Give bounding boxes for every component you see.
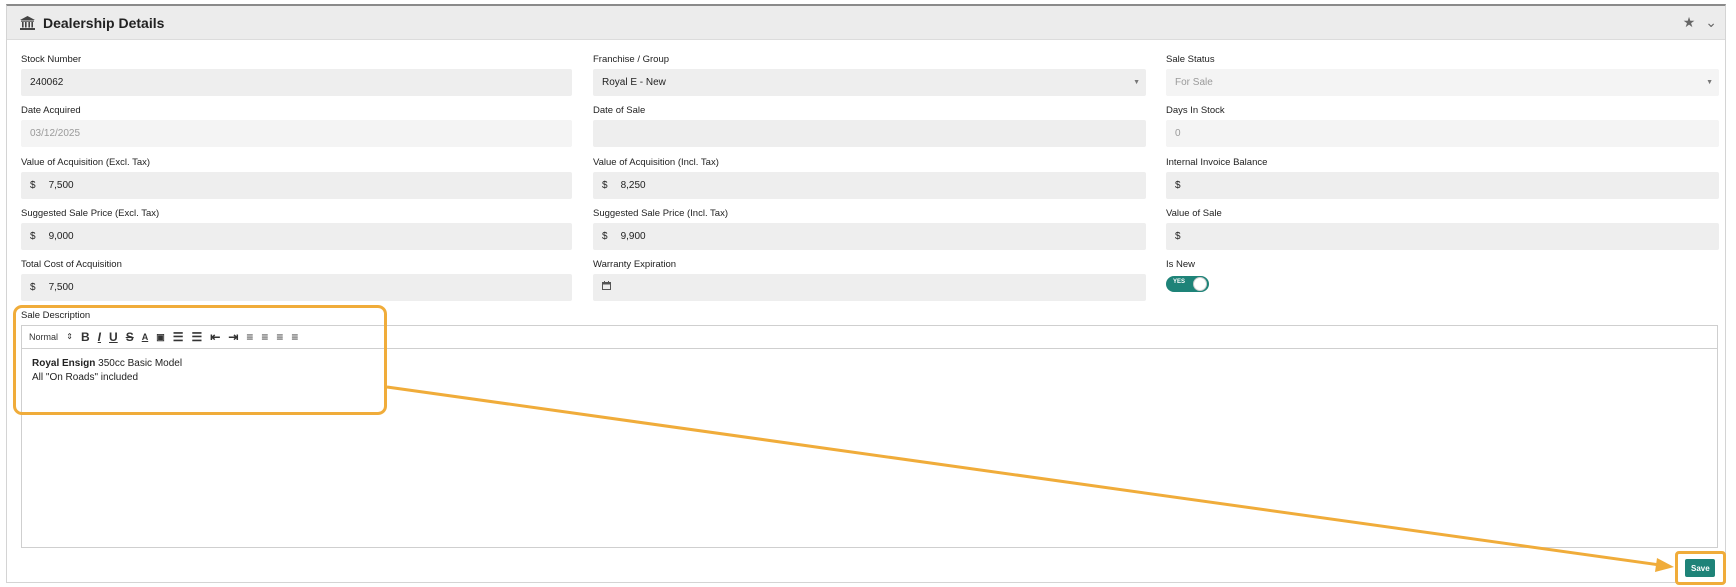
annotation-arrow [386,385,1674,572]
